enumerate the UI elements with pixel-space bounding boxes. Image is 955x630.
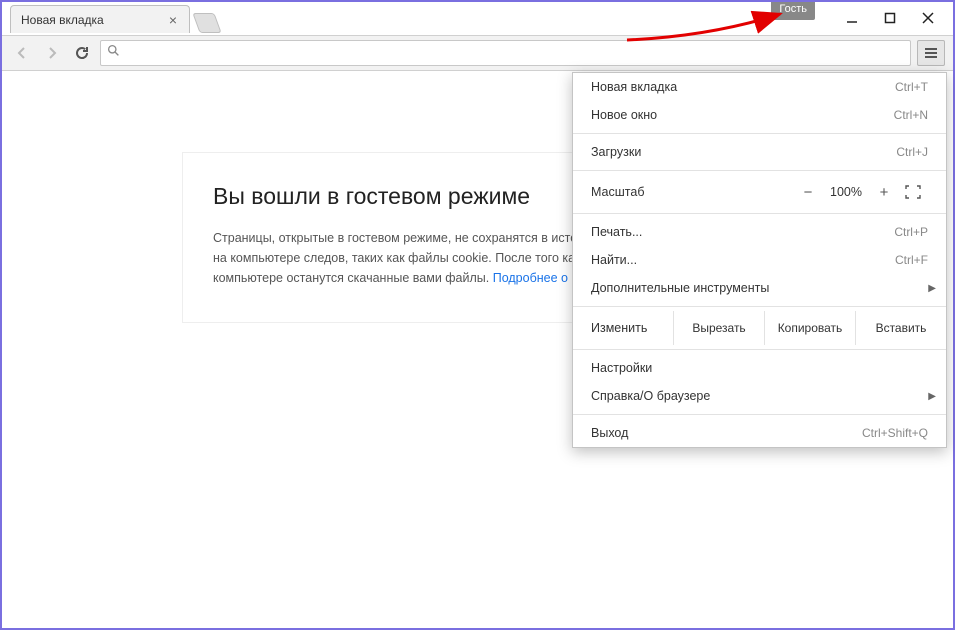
chrome-menu: Новая вкладка Ctrl+T Новое окно Ctrl+N З… [572, 72, 947, 448]
menu-shortcut: Ctrl+T [895, 80, 928, 94]
search-icon [107, 44, 120, 62]
menu-print[interactable]: Печать... Ctrl+P [573, 218, 946, 246]
menu-separator [573, 306, 946, 307]
menu-separator [573, 414, 946, 415]
chrome-menu-button[interactable] [917, 40, 945, 66]
menu-shortcut: Ctrl+P [894, 225, 928, 239]
menu-new-tab[interactable]: Новая вкладка Ctrl+T [573, 73, 946, 101]
menu-new-window[interactable]: Новое окно Ctrl+N [573, 101, 946, 129]
menu-zoom: Масштаб − 100% + [573, 175, 946, 209]
back-button[interactable] [10, 41, 34, 65]
menu-settings[interactable]: Настройки [573, 354, 946, 382]
menu-exit[interactable]: Выход Ctrl+Shift+Q [573, 419, 946, 447]
zoom-label: Масштаб [591, 185, 794, 199]
menu-separator [573, 213, 946, 214]
menu-label: Дополнительные инструменты [591, 281, 928, 295]
menu-label: Справка/О браузере [591, 389, 928, 403]
tab-title: Новая вкладка [21, 13, 104, 27]
tab-strip: Новая вкладка × [10, 5, 218, 33]
chevron-right-icon: ▶ [928, 391, 936, 402]
menu-shortcut: Ctrl+N [894, 108, 928, 122]
menu-separator [573, 349, 946, 350]
menu-label: Новое окно [591, 108, 894, 122]
menu-label: Новая вкладка [591, 80, 895, 94]
menu-label: Настройки [591, 361, 928, 375]
zoom-in-button[interactable]: + [870, 184, 898, 201]
menu-label: Найти... [591, 253, 895, 267]
paste-button[interactable]: Вставить [855, 311, 946, 345]
menu-shortcut: Ctrl+Shift+Q [862, 426, 928, 440]
menu-shortcut: Ctrl+F [895, 253, 928, 267]
menu-edit-row: Изменить Вырезать Копировать Вставить [573, 311, 946, 345]
edit-label: Изменить [573, 311, 673, 345]
menu-shortcut: Ctrl+J [896, 145, 928, 159]
zoom-out-button[interactable]: − [794, 184, 822, 201]
zoom-value: 100% [822, 185, 870, 199]
copy-button[interactable]: Копировать [764, 311, 855, 345]
toolbar [2, 35, 953, 71]
address-input[interactable] [126, 41, 904, 65]
maximize-button[interactable] [871, 6, 909, 30]
titlebar: Новая вкладка × Гость [2, 2, 953, 35]
menu-downloads[interactable]: Загрузки Ctrl+J [573, 138, 946, 166]
menu-more-tools[interactable]: Дополнительные инструменты ▶ [573, 274, 946, 302]
menu-help[interactable]: Справка/О браузере ▶ [573, 382, 946, 410]
menu-label: Загрузки [591, 145, 896, 159]
menu-separator [573, 170, 946, 171]
menu-label: Печать... [591, 225, 894, 239]
fullscreen-button[interactable] [898, 185, 928, 199]
menu-find[interactable]: Найти... Ctrl+F [573, 246, 946, 274]
guest-badge[interactable]: Гость [771, 2, 815, 20]
reload-button[interactable] [70, 41, 94, 65]
cut-button[interactable]: Вырезать [673, 311, 764, 345]
forward-button[interactable] [40, 41, 64, 65]
window-controls [833, 6, 947, 30]
minimize-button[interactable] [833, 6, 871, 30]
menu-separator [573, 133, 946, 134]
tab-close-icon[interactable]: × [167, 12, 179, 28]
address-bar[interactable] [100, 40, 911, 66]
chevron-right-icon: ▶ [928, 283, 936, 294]
menu-label: Выход [591, 426, 862, 440]
browser-tab[interactable]: Новая вкладка × [10, 5, 190, 33]
close-button[interactable] [909, 6, 947, 30]
new-tab-button[interactable] [192, 13, 221, 33]
